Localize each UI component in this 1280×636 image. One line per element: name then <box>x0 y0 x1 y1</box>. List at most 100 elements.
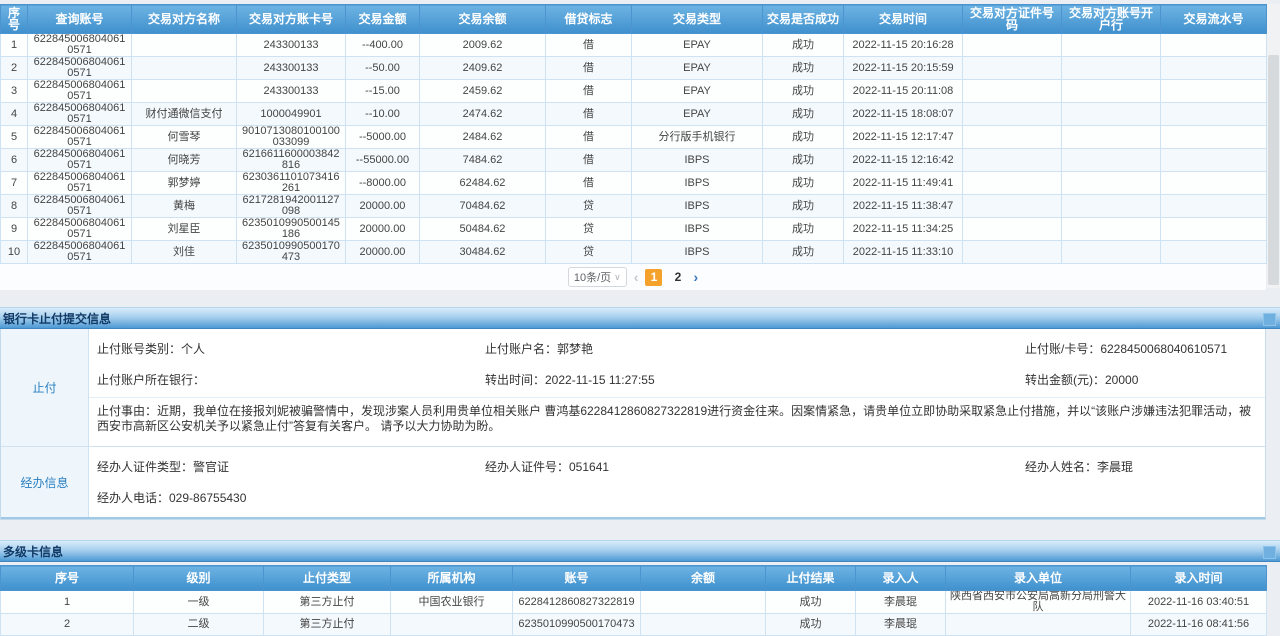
transfer-out-time: 转出时间：2022-11-15 11:27:55 <box>485 371 1025 388</box>
table-cell: 借 <box>546 149 632 172</box>
table-cell: 20000.00 <box>346 218 420 241</box>
stop-payment-box: 止付 止付账号类别：个人 止付账户名：郭梦艳 止付账/卡号：6228450068… <box>0 329 1266 520</box>
table-cell: 2 <box>1 57 28 80</box>
table-cell <box>963 172 1062 195</box>
stop-payment-row-2: 止付账户所在银行： 转出时间：2022-11-15 11:27:55 转出金额(… <box>89 364 1265 395</box>
agent-phone: 经办人电话：029-86755430 <box>97 489 485 506</box>
table-cell: 6228450068040610571 <box>28 218 132 241</box>
table-cell: 2022-11-15 11:34:25 <box>844 218 963 241</box>
column-header: 账号 <box>513 566 641 591</box>
table-cell <box>963 57 1062 80</box>
table-cell: 2022-11-15 20:15:59 <box>844 57 963 80</box>
table-cell: 借 <box>546 57 632 80</box>
table-cell: 成功 <box>766 591 856 614</box>
table-cell <box>1161 34 1267 57</box>
table-row: 26228450068040610571243300133--50.002409… <box>1 57 1267 80</box>
transactions-table-header: 序号查询账号交易对方名称交易对方账卡号交易金额交易余额借贷标志交易类型交易是否成… <box>1 5 1267 34</box>
column-header: 交易余额 <box>420 5 546 34</box>
table-cell: IBPS <box>632 172 763 195</box>
table-cell: 6235010990500170473 <box>237 241 346 264</box>
table-cell: 50484.62 <box>420 218 546 241</box>
page-button-1[interactable]: 1 <box>645 269 662 286</box>
table-cell: 中国农业银行 <box>391 591 513 614</box>
table-cell: 2459.62 <box>420 80 546 103</box>
table-cell <box>641 614 766 636</box>
table-cell: 成功 <box>763 195 844 218</box>
column-header: 录入单位 <box>946 566 1131 591</box>
table-cell <box>963 34 1062 57</box>
table-cell <box>946 614 1131 636</box>
table-cell: 借 <box>546 80 632 103</box>
table-cell: 6216611600003842816 <box>237 149 346 172</box>
table-cell: 贷 <box>546 218 632 241</box>
table-cell: 借 <box>546 172 632 195</box>
table-cell: 成功 <box>763 218 844 241</box>
table-cell: 成功 <box>763 103 844 126</box>
transactions-table: 序号查询账号交易对方名称交易对方账卡号交易金额交易余额借贷标志交易类型交易是否成… <box>0 4 1267 264</box>
table-cell: 20000.00 <box>346 195 420 218</box>
table-cell: --50.00 <box>346 57 420 80</box>
next-page-button[interactable]: › <box>693 268 698 286</box>
table-cell <box>963 149 1062 172</box>
table-cell: 2022-11-15 18:08:07 <box>844 103 963 126</box>
column-header: 止付类型 <box>264 566 391 591</box>
table-cell: 6230361101073416261 <box>237 172 346 195</box>
agent-row-1: 经办人证件类型：警官证 经办人证件号：051641 经办人姓名：李晨琨 <box>89 451 1265 482</box>
table-cell <box>1161 149 1267 172</box>
scrollbar-thumb[interactable] <box>1268 55 1279 285</box>
page-button-2[interactable]: 2 <box>669 269 686 286</box>
column-header: 交易对方账号开户行 <box>1062 5 1161 34</box>
collapse-icon[interactable] <box>1263 313 1276 326</box>
table-cell: EPAY <box>632 103 763 126</box>
table-cell: IBPS <box>632 149 763 172</box>
table-row: 86228450068040610571黄梅621728194200112709… <box>1 195 1267 218</box>
stop-payment-row-1: 止付账号类别：个人 止付账户名：郭梦艳 止付账/卡号：6228450068040… <box>89 333 1265 364</box>
table-cell: 243300133 <box>237 80 346 103</box>
table-cell <box>963 218 1062 241</box>
table-cell: 2009.62 <box>420 34 546 57</box>
table-cell: 243300133 <box>237 34 346 57</box>
table-cell: 3 <box>1 80 28 103</box>
table-cell: 借 <box>546 34 632 57</box>
column-header: 所属机构 <box>391 566 513 591</box>
table-cell: 刘佳 <box>132 241 237 264</box>
column-header: 录入时间 <box>1131 566 1267 591</box>
table-cell: 借 <box>546 126 632 149</box>
table-cell: 第三方止付 <box>264 591 391 614</box>
table-cell: 10 <box>1 241 28 264</box>
page-size-select[interactable]: 10条/页 ∨ <box>568 267 627 287</box>
stop-account-name: 止付账户名：郭梦艳 <box>485 340 1025 357</box>
table-cell: 70484.62 <box>420 195 546 218</box>
table-cell <box>1161 241 1267 264</box>
table-cell: 243300133 <box>237 57 346 80</box>
table-cell: 李晨琨 <box>856 614 946 636</box>
table-cell: 9 <box>1 218 28 241</box>
table-cell: EPAY <box>632 57 763 80</box>
page-size-value: 10条/页 <box>574 269 611 285</box>
table-row: 2二级第三方止付6235010990500170473成功李晨琨2022-11-… <box>1 614 1267 636</box>
column-header: 交易金额 <box>346 5 420 34</box>
table-cell: 6217281942001127098 <box>237 195 346 218</box>
table-row: 16228450068040610571243300133--400.00200… <box>1 34 1267 57</box>
multi-card-table: 序号级别止付类型所属机构账号余额止付结果录入人录入单位录入时间 1一级第三方止付… <box>0 565 1267 636</box>
transactions-table-body: 16228450068040610571243300133--400.00200… <box>1 34 1267 264</box>
table-cell: 7484.62 <box>420 149 546 172</box>
table-cell: 成功 <box>763 172 844 195</box>
table-cell: --55000.00 <box>346 149 420 172</box>
table-cell <box>1062 149 1161 172</box>
table-cell: 2022-11-15 12:17:47 <box>844 126 963 149</box>
table-cell: 6235010990500170473 <box>513 614 641 636</box>
prev-page-button[interactable]: ‹ <box>634 268 639 286</box>
table-cell: 1 <box>1 34 28 57</box>
agent-info-group: 经办信息 经办人证件类型：警官证 经办人证件号：051641 经办人姓名：李晨琨… <box>1 447 1265 519</box>
table-cell: --8000.00 <box>346 172 420 195</box>
table-cell: --400.00 <box>346 34 420 57</box>
table-row: 46228450068040610571财付通微信支付1000049901--1… <box>1 103 1267 126</box>
table-cell <box>391 614 513 636</box>
stop-account-type: 止付账号类别：个人 <box>97 340 485 357</box>
table-cell: 郭梦婷 <box>132 172 237 195</box>
collapse-icon[interactable] <box>1263 546 1276 559</box>
table-cell: 6228412860827322819 <box>513 591 641 614</box>
column-header: 查询账号 <box>28 5 132 34</box>
transfer-out-amount: 转出金额(元)：20000 <box>1025 371 1265 388</box>
